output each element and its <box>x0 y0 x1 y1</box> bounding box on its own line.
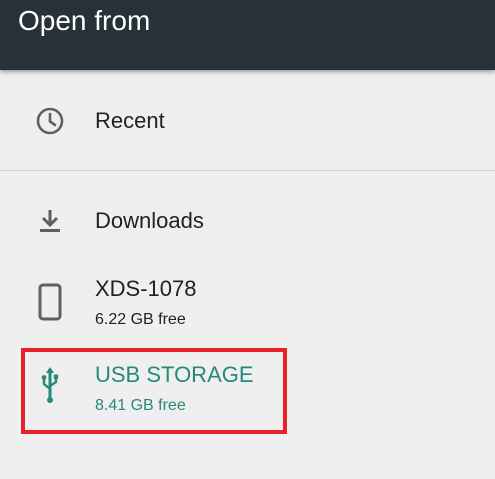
page-title: Open from <box>18 5 151 36</box>
usb-icon <box>30 365 70 405</box>
phone-icon <box>30 282 70 322</box>
free-space-text: 6.22 GB free <box>95 311 186 328</box>
nav-item-recent[interactable]: Recent <box>0 95 495 151</box>
app-header: Open from <box>0 0 495 70</box>
download-icon <box>30 201 70 241</box>
nav-item-downloads[interactable]: Downloads <box>0 195 495 251</box>
nav-item-device[interactable]: XDS-1078 6.22 GB free <box>0 272 495 338</box>
divider <box>0 170 495 171</box>
free-space-text: 8.41 GB free <box>95 397 186 414</box>
nav-item-label: Downloads <box>95 208 204 233</box>
nav-item-usb-storage[interactable]: USB STORAGE 8.41 GB free <box>0 358 495 424</box>
nav-item-label: XDS-1078 <box>95 276 197 301</box>
nav-item-label: Recent <box>95 108 165 133</box>
clock-icon <box>30 101 70 141</box>
nav-item-label: USB STORAGE <box>95 362 254 387</box>
